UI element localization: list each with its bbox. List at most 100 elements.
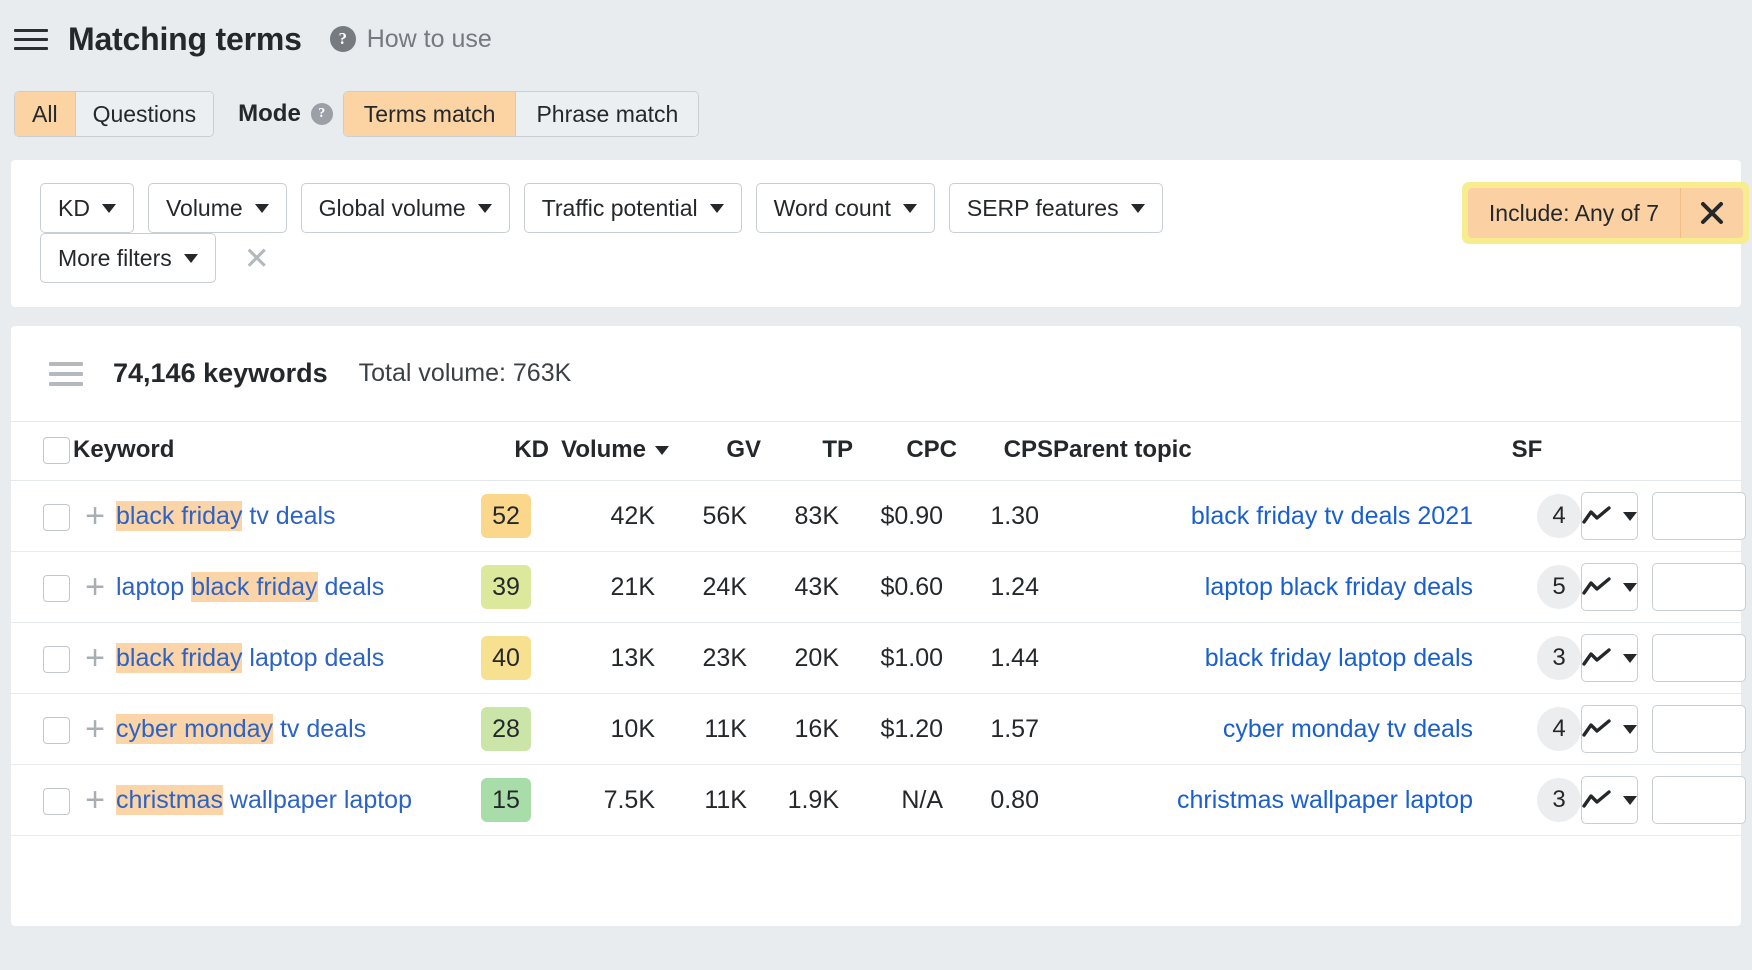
column-header-tp[interactable]: TP — [761, 422, 853, 481]
row-select-cell — [11, 694, 73, 765]
gv-cell: 23K — [669, 623, 761, 694]
row-select-cell — [11, 765, 73, 836]
chevron-down-icon — [102, 204, 116, 213]
filter-kd-button[interactable]: KD — [40, 183, 134, 233]
serp-overview-button[interactable] — [1652, 492, 1746, 540]
include-filter-remove-button[interactable] — [1681, 188, 1743, 238]
top-header-bar: Matching terms ? How to use — [0, 0, 1752, 78]
serp-history-button[interactable] — [1581, 705, 1638, 753]
column-header-parent-topic[interactable]: Parent topic — [1053, 422, 1473, 481]
chevron-down-icon — [1131, 204, 1145, 213]
row-actions-cell — [1581, 694, 1741, 765]
serp-history-button[interactable] — [1581, 563, 1638, 611]
filter-serp-features-button[interactable]: SERP features — [949, 183, 1163, 233]
clear-all-filters-icon[interactable]: ✕ — [244, 243, 270, 274]
row-checkbox[interactable] — [43, 717, 70, 744]
kd-badge: 52 — [481, 494, 531, 538]
table-row: +black friday tv deals5242K56K83K$0.901.… — [11, 481, 1741, 552]
column-header-kd[interactable]: KD — [475, 422, 549, 481]
page-title: Matching terms — [68, 21, 302, 58]
select-all-checkbox[interactable] — [43, 437, 70, 464]
row-checkbox[interactable] — [43, 504, 70, 531]
serp-history-button[interactable] — [1581, 634, 1638, 682]
keyword-link[interactable]: black friday laptop deals — [116, 644, 384, 673]
parent-topic-cell: christmas wallpaper laptop — [1053, 765, 1473, 836]
include-filter-highlight: Include: Any of 7 — [1462, 182, 1749, 244]
tab-all[interactable]: All — [15, 92, 76, 136]
keyword-cell: + black friday tv deals — [73, 481, 475, 552]
volume-cell: 42K — [549, 481, 669, 552]
add-keyword-icon[interactable]: + — [75, 712, 105, 746]
row-checkbox[interactable] — [43, 646, 70, 673]
keyword-link[interactable]: cyber monday tv deals — [116, 715, 366, 744]
keyword-highlight: black friday — [116, 501, 242, 531]
parent-topic-link[interactable]: christmas wallpaper laptop — [1177, 786, 1473, 814]
serp-overview-button[interactable] — [1652, 776, 1746, 824]
keyword-link[interactable]: black friday tv deals — [116, 502, 336, 531]
row-select-cell — [11, 481, 73, 552]
row-actions-cell — [1581, 552, 1741, 623]
filter-global-volume-label: Global volume — [319, 195, 466, 222]
row-checkbox[interactable] — [43, 575, 70, 602]
serp-overview-button[interactable] — [1652, 634, 1746, 682]
tp-cell: 1.9K — [761, 765, 853, 836]
serp-history-button[interactable] — [1581, 776, 1638, 824]
keyword-link[interactable]: laptop black friday deals — [116, 573, 384, 602]
keyword-link[interactable]: christmas wallpaper laptop — [116, 786, 412, 815]
question-mark-icon: ? — [330, 26, 356, 52]
column-header-gv[interactable]: GV — [669, 422, 761, 481]
tab-terms-match[interactable]: Terms match — [344, 92, 517, 136]
kd-cell: 28 — [475, 694, 549, 765]
list-view-icon[interactable] — [49, 362, 83, 386]
serp-history-button[interactable] — [1581, 492, 1638, 540]
serp-overview-button[interactable] — [1652, 705, 1746, 753]
sf-badge: 4 — [1537, 494, 1581, 538]
mode-label: Mode — [238, 100, 301, 128]
serp-overview-button[interactable] — [1652, 563, 1746, 611]
hamburger-line — [14, 29, 48, 32]
tab-phrase-match[interactable]: Phrase match — [516, 92, 698, 136]
filter-kd-label: KD — [58, 195, 90, 222]
volume-sort-control[interactable]: Volume — [561, 436, 669, 464]
filter-global-volume-button[interactable]: Global volume — [301, 183, 510, 233]
column-header-cps[interactable]: CPS — [957, 422, 1053, 481]
column-header-cpc[interactable]: CPC — [853, 422, 957, 481]
chevron-down-icon — [1623, 796, 1637, 805]
keyword-highlight: christmas — [116, 785, 223, 815]
add-keyword-icon[interactable]: + — [75, 570, 105, 604]
row-actions-cell — [1581, 481, 1741, 552]
column-header-volume[interactable]: Volume — [549, 422, 669, 481]
kd-badge: 28 — [481, 707, 531, 751]
filter-word-count-button[interactable]: Word count — [756, 183, 935, 233]
volume-cell: 13K — [549, 623, 669, 694]
add-keyword-icon[interactable]: + — [75, 499, 105, 533]
row-actions-cell — [1581, 623, 1741, 694]
include-filter-label[interactable]: Include: Any of 7 — [1468, 188, 1681, 238]
filter-word-count-label: Word count — [774, 195, 891, 222]
column-header-sf[interactable]: SF — [1473, 422, 1581, 481]
cpc-cell: $1.20 — [853, 694, 957, 765]
table-row: +christmas wallpaper laptop157.5K11K1.9K… — [11, 765, 1741, 836]
mode-question-mark-icon[interactable]: ? — [311, 103, 333, 125]
kd-badge: 15 — [481, 778, 531, 822]
filter-traffic-potential-button[interactable]: Traffic potential — [524, 183, 742, 233]
row-checkbox[interactable] — [43, 788, 70, 815]
filter-more-filters-button[interactable]: More filters — [40, 233, 216, 283]
filter-volume-button[interactable]: Volume — [148, 183, 287, 233]
add-keyword-icon[interactable]: + — [75, 641, 105, 675]
column-header-keyword[interactable]: Keyword — [73, 422, 475, 481]
add-keyword-icon[interactable]: + — [75, 783, 105, 817]
table-row: +black friday laptop deals4013K23K20K$1.… — [11, 623, 1741, 694]
hamburger-menu-icon[interactable] — [14, 21, 50, 57]
tab-questions[interactable]: Questions — [76, 92, 214, 136]
parent-topic-link[interactable]: black friday tv deals 2021 — [1191, 502, 1473, 530]
parent-topic-link[interactable]: cyber monday tv deals — [1223, 715, 1473, 743]
how-to-use-link[interactable]: ? How to use — [330, 25, 492, 54]
parent-topic-link[interactable]: black friday laptop deals — [1205, 644, 1473, 672]
parent-topic-link[interactable]: laptop black friday deals — [1205, 573, 1473, 601]
keyword-highlight: black friday — [191, 572, 317, 602]
trend-chart-icon — [1582, 648, 1612, 668]
hamburger-line — [14, 47, 48, 50]
sort-descending-icon — [655, 446, 669, 455]
trend-chart-icon — [1582, 719, 1612, 739]
